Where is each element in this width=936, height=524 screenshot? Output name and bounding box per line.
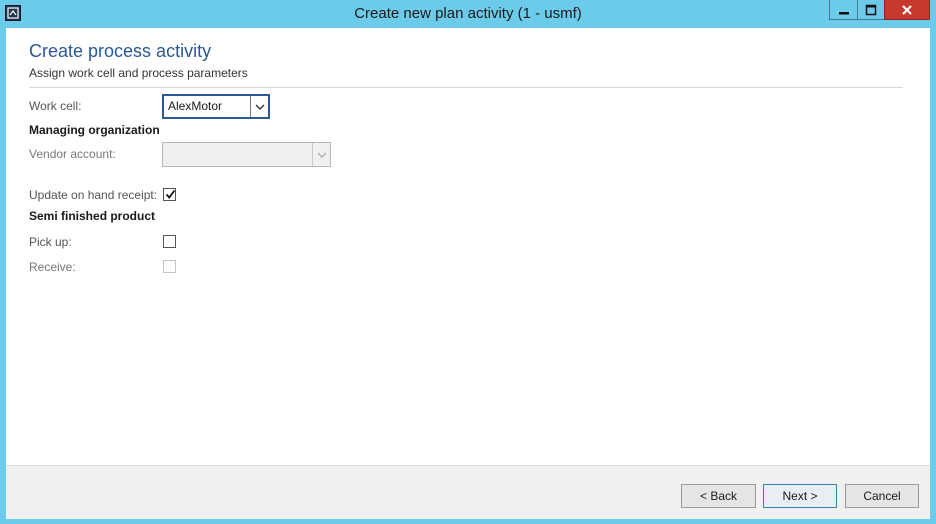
back-button[interactable]: < Back	[681, 484, 756, 508]
update-on-hand-receipt-checkbox[interactable]	[163, 188, 176, 201]
semi-finished-product-heading: Semi finished product	[29, 209, 156, 223]
maximize-button[interactable]	[857, 0, 885, 20]
vendor-account-label: Vendor account:	[29, 147, 116, 161]
dialog-client-area: Create process activity Assign work cell…	[6, 28, 930, 519]
work-cell-input[interactable]: AlexMotor	[164, 96, 250, 117]
receive-checkbox	[163, 260, 176, 273]
header-divider	[29, 87, 903, 88]
window-titlebar: Create new plan activity (1 - usmf)	[0, 0, 936, 28]
close-icon	[902, 4, 912, 15]
minimize-button[interactable]	[829, 0, 858, 20]
vendor-account-combobox	[162, 142, 331, 167]
work-cell-dropdown-button[interactable]	[250, 96, 268, 117]
dialog-footer: < Back Next > Cancel	[6, 465, 930, 519]
vendor-account-dropdown-button	[312, 143, 330, 166]
receive-label: Receive:	[29, 260, 76, 274]
next-button[interactable]: Next >	[763, 484, 837, 508]
vendor-account-input	[163, 143, 312, 166]
window-title: Create new plan activity (1 - usmf)	[354, 5, 582, 22]
minimize-icon	[838, 11, 849, 14]
maximize-icon	[865, 4, 877, 15]
managing-organization-heading: Managing organization	[29, 123, 160, 137]
pick-up-label: Pick up:	[29, 235, 72, 249]
close-button[interactable]	[884, 0, 930, 20]
chevron-down-icon	[255, 104, 264, 110]
pick-up-checkbox[interactable]	[163, 235, 176, 248]
page-subtitle: Assign work cell and process parameters	[29, 66, 248, 80]
cancel-button[interactable]: Cancel	[845, 484, 919, 508]
update-on-hand-receipt-label: Update on hand receipt:	[29, 188, 158, 202]
work-cell-label: Work cell:	[29, 99, 82, 113]
work-cell-combobox[interactable]: AlexMotor	[162, 94, 270, 119]
checkmark-icon	[165, 189, 176, 199]
page-title: Create process activity	[29, 41, 212, 61]
chevron-down-icon	[317, 152, 326, 158]
